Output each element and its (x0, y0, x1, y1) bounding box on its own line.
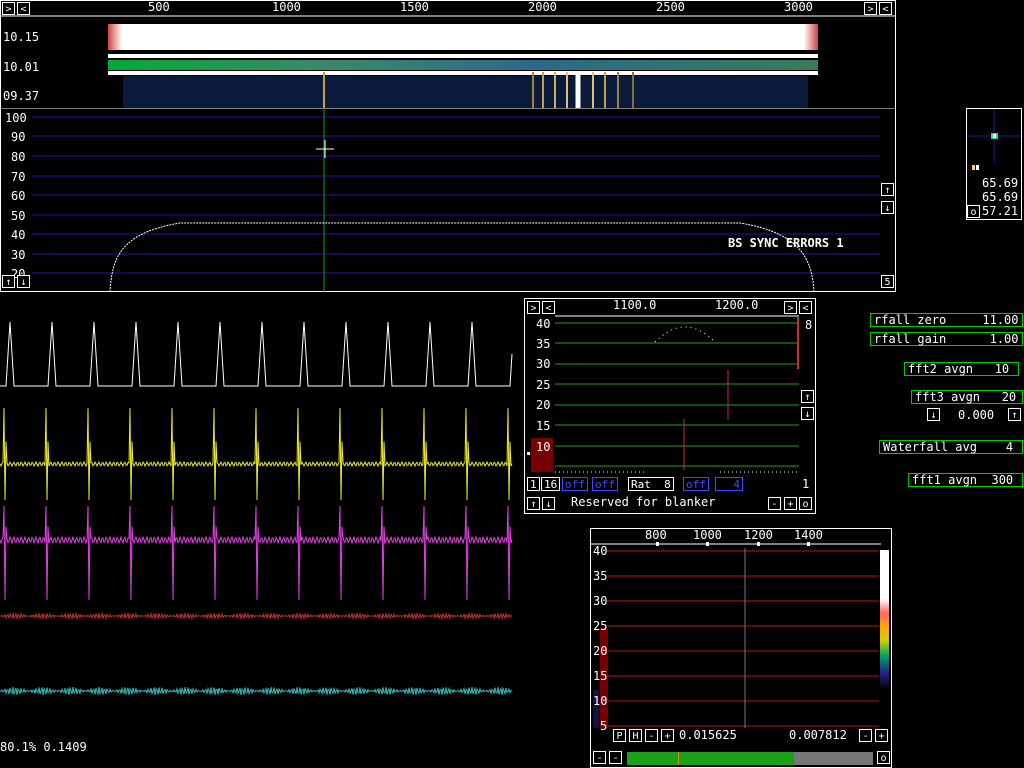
mid-bottom-down-button[interactable]: ↓ (542, 497, 555, 510)
ctl-off-3[interactable]: off (683, 477, 709, 491)
mid-y-tick-15: 15 (536, 419, 551, 433)
value-up-button[interactable]: ↑ (1008, 408, 1021, 421)
mid-freq-tick-1: 1100.0 (613, 298, 657, 312)
blanker-label: Reserved for blanker (571, 495, 716, 509)
bottom-y-tick-15: 15 (593, 669, 608, 683)
spec-y-tick-60: 60 (11, 189, 26, 203)
spec-y-tick-30: 30 (11, 248, 26, 262)
top-frequency-scale (0, 15, 896, 17)
mid-freq-tick-2: 1200.0 (715, 298, 759, 312)
value-down-button[interactable]: ↓ (927, 408, 940, 421)
p-button[interactable]: P (613, 729, 626, 742)
status-readout: 80.1% 0.1409 (0, 740, 87, 754)
baseband-plot[interactable] (525, 312, 815, 474)
mid-down-button[interactable]: ↓ (801, 407, 814, 420)
spec-left-down-button[interactable]: ↓ (17, 275, 30, 288)
bottom-y-tick-20: 20 (593, 644, 608, 658)
freq-tick-1000: 1000 (272, 0, 301, 14)
value-readout: 0.000 (958, 408, 995, 422)
ctl-16[interactable]: 16 (541, 477, 561, 491)
mid-y-tick-25: 25 (536, 378, 551, 392)
bottom-y-tick-25: 25 (593, 619, 608, 633)
mid-y-tick-30: 30 (536, 357, 551, 371)
ctl-rat[interactable]: Rat 8 (628, 477, 674, 491)
side-value-2: 65.69 (982, 190, 1019, 204)
bottom-y-tick-10: 10 (593, 694, 608, 708)
signal-level-bar[interactable] (627, 752, 873, 765)
mid-right-value-top: 8 (805, 318, 813, 332)
bottom-minus-button-1[interactable]: - (645, 729, 658, 742)
bottom-y-tick-40: 40 (593, 544, 608, 558)
ctl-4[interactable]: 4 (715, 477, 743, 491)
spec-left-up-button[interactable]: ↑ (2, 275, 15, 288)
mid-y-tick-40: 40 (536, 317, 551, 331)
spec-y-tick-40: 40 (11, 228, 26, 242)
waterfall-avg-param[interactable]: Waterfall avg 4 (879, 440, 1023, 454)
mid-y-tick-20: 20 (536, 398, 551, 412)
spec-y-tick-50: 50 (11, 209, 26, 223)
bottom-plus-button-1[interactable]: + (661, 729, 674, 742)
freq-tick-2000: 2000 (528, 0, 557, 14)
time-domain-traces (0, 321, 513, 696)
fft1-avgn-param[interactable]: fft1 avgn 300 (908, 473, 1023, 487)
ctl-off-2[interactable]: off (592, 477, 618, 491)
mid-up-button[interactable]: ↑ (801, 390, 814, 403)
bottom-value-left: 0.015625 (679, 728, 737, 742)
side-o-button[interactable]: o (967, 205, 980, 218)
time-label-1: 10.15 (3, 30, 40, 44)
ctl-1[interactable]: 1 (527, 477, 540, 491)
side-value-1: 65.69 (982, 176, 1019, 190)
mid-o-button[interactable]: o (799, 497, 812, 510)
side-mini-scope (967, 109, 1021, 170)
time-label-3: 09.37 (3, 89, 40, 103)
mid-y-tick-10: 10 (536, 440, 551, 454)
mid-minus-button[interactable]: - (768, 497, 781, 510)
bottom-y-tick-30: 30 (593, 594, 608, 608)
spec-y-tick-80: 80 (11, 150, 26, 164)
signal-level-fill (627, 752, 795, 765)
time-label-2: 10.01 (3, 60, 40, 74)
spec-y-tick-100: 100 (5, 111, 27, 125)
mid-right-value-bottom: 1 (802, 477, 810, 491)
bottom-value-right: 0.007812 (789, 728, 847, 742)
waterfall-display[interactable] (108, 20, 818, 108)
ctl-off-1[interactable]: off (562, 477, 588, 491)
spec-down-button[interactable]: ↓ (881, 201, 894, 214)
sync-errors-text: BS SYNC ERRORS 1 (728, 236, 844, 250)
side-value-3: 57.21 (982, 204, 1019, 218)
mid-plus-button[interactable]: + (784, 497, 797, 510)
freq-tick-3000: 3000 (784, 0, 813, 14)
bottom-y-tick-5: 5 (600, 719, 608, 733)
audio-spectrum-plot[interactable] (591, 540, 891, 728)
bottom-plus-button-2[interactable]: + (875, 729, 888, 742)
waterfall-gain-param[interactable]: rfall gain 1.00 (870, 332, 1023, 346)
signal-level-marker (678, 752, 679, 765)
spec-up-button[interactable]: ↑ (881, 183, 894, 196)
mid-y-tick-35: 35 (536, 337, 551, 351)
freq-tick-2500: 2500 (656, 0, 685, 14)
mid-bottom-up-button[interactable]: ↑ (527, 497, 540, 510)
spec-y-tick-90: 90 (11, 130, 26, 144)
bottom-minus-button-2[interactable]: - (859, 729, 872, 742)
fft2-avgn-param[interactable]: fft2 avgn 10 (904, 362, 1019, 376)
freq-tick-1500: 1500 (400, 0, 429, 14)
bottom-minus-button-3[interactable]: - (593, 751, 606, 764)
bottom-o-button[interactable]: o (877, 751, 890, 764)
spec-corner-value[interactable]: 5 (881, 275, 894, 288)
spectrum-plot[interactable] (0, 108, 896, 292)
bottom-minus-button-4[interactable]: - (609, 751, 622, 764)
h-button[interactable]: H (629, 729, 642, 742)
freq-tick-500: 500 (148, 0, 170, 14)
spec-y-tick-70: 70 (11, 170, 26, 184)
bottom-y-tick-35: 35 (593, 569, 608, 583)
waterfall-zero-param[interactable]: rfall zero 11.00 (870, 313, 1023, 327)
fft3-avgn-param[interactable]: fft3 avgn 20 (911, 390, 1023, 404)
